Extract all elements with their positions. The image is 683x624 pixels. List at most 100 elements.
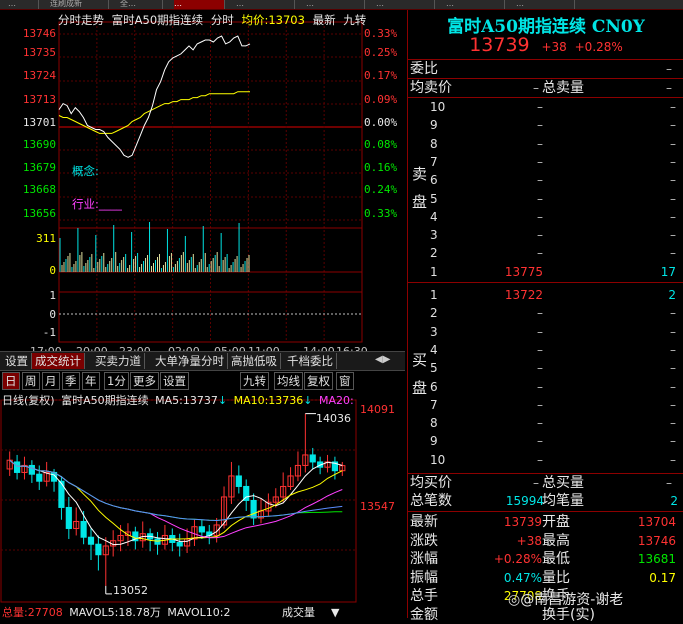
sell-level-price[interactable]: –: [488, 244, 543, 262]
sell-level-price[interactable]: –: [488, 98, 543, 116]
period-tab-7[interactable]: 设置: [160, 372, 189, 390]
quote-price-line: 13739 +38 +0.28%: [408, 34, 683, 56]
pct-tick: 0.24%: [364, 183, 398, 196]
period-tab-6[interactable]: 更多: [130, 372, 159, 390]
stat-label: 量比: [542, 569, 570, 586]
sell-level-price[interactable]: 13775: [488, 263, 543, 281]
sell-level-vol: 17: [660, 264, 676, 279]
candle-body: [235, 475, 242, 487]
stat-value: 0.17: [649, 570, 676, 585]
buy-level-price[interactable]: –: [488, 378, 543, 396]
period-tab-10[interactable]: 复权: [304, 372, 333, 390]
function-tabs-scroll[interactable]: ◀▶: [375, 352, 403, 368]
period-tab-8[interactable]: 九转: [240, 372, 269, 390]
tab-4[interactable]: 高抛低吸: [228, 353, 281, 369]
sell-level-price[interactable]: –: [488, 190, 543, 208]
candle-body: [80, 520, 87, 538]
tab-2[interactable]: 买卖力道: [92, 353, 145, 369]
period-tab-1[interactable]: 周: [22, 372, 40, 390]
top-tab-8[interactable]: …: [516, 0, 575, 9]
stat-value: 13739: [503, 515, 542, 529]
sell-level-vol: –: [670, 246, 676, 261]
top-tab-4[interactable]: …: [236, 0, 295, 9]
sell-level-row: 10 – –: [408, 98, 683, 116]
buy-level-price[interactable]: –: [488, 359, 543, 377]
sell-level-row: 1 13775 17: [408, 263, 683, 281]
sell-level-price[interactable]: –: [488, 208, 543, 226]
total-trades-label: 总笔数: [410, 493, 452, 509]
trades-row: 总笔数 15994 均笔量 2: [408, 492, 683, 510]
top-tab-2[interactable]: 全…: [120, 0, 163, 9]
buy-level-num: 3: [430, 324, 438, 339]
buy-level-row: 2 – –: [408, 304, 683, 322]
intraday-instrument: 富时A50期指连续: [111, 13, 204, 27]
stat-label: 振幅: [410, 569, 438, 586]
chevron-down-icon[interactable]: ▼: [331, 606, 339, 619]
period-tab-3[interactable]: 季: [62, 372, 80, 390]
top-tab-3[interactable]: …: [174, 0, 225, 9]
pct-tick: 0.16%: [364, 161, 398, 174]
tab-3[interactable]: 大单净量分时: [152, 353, 228, 369]
sell-level-price[interactable]: –: [488, 135, 543, 153]
sell-level-row: 7 – –: [408, 153, 683, 171]
buy-level-price[interactable]: –: [488, 341, 543, 359]
kline-frame: [0, 399, 357, 603]
buy-level-price[interactable]: –: [488, 451, 543, 469]
buy-level-row: 7 – –: [408, 396, 683, 414]
ma5-arrow-icon: ↓: [217, 394, 228, 407]
sell-level-price[interactable]: –: [488, 226, 543, 244]
chevron-left-icon[interactable]: ◀: [375, 354, 383, 365]
candle-body: [28, 464, 35, 475]
sell-level-price[interactable]: –: [488, 153, 543, 171]
kline-right-tick-mid: 13547: [360, 500, 395, 513]
buy-level-price[interactable]: 13722: [488, 286, 543, 304]
top-tab-1[interactable]: 连刷成新: [50, 0, 109, 9]
buy-level-vol: –: [670, 434, 676, 449]
buy-level-num: 1: [430, 288, 438, 302]
buy-level-price[interactable]: –: [488, 304, 543, 322]
stat-row: 最新 13739 开盘 13704: [408, 513, 683, 531]
period-tab-11[interactable]: 窗: [336, 372, 354, 390]
stat-label: 涨跌: [410, 532, 438, 549]
intraday-chart-svg[interactable]: [0, 10, 405, 350]
buy-level-price[interactable]: –: [488, 432, 543, 450]
tab-5[interactable]: 千档委比: [284, 353, 337, 369]
chevron-right-icon[interactable]: ▶: [383, 354, 391, 365]
period-tab-5[interactable]: 1分: [104, 372, 129, 390]
buy-level-price[interactable]: –: [488, 323, 543, 341]
sell-level-vol: –: [670, 173, 676, 188]
candle-body: [198, 526, 205, 533]
avg-buy-value: –: [533, 476, 539, 490]
period-tab-0[interactable]: 日: [2, 372, 20, 390]
ma5-value: 13737: [182, 394, 218, 407]
price-tick: 13724: [22, 69, 56, 82]
sell-level-price[interactable]: –: [488, 116, 543, 134]
buy-level-price[interactable]: –: [488, 396, 543, 414]
period-tab-4[interactable]: 年: [82, 372, 100, 390]
top-tab-0[interactable]: …: [8, 0, 39, 9]
stat-label: 最高: [542, 532, 570, 549]
sub-tick-neg1: -1: [42, 326, 56, 339]
sell-level-price[interactable]: –: [488, 171, 543, 189]
top-tab-7[interactable]: …: [446, 0, 505, 9]
sell-level-vol: –: [670, 118, 676, 133]
mavol5-value: 18.78万: [118, 606, 161, 619]
kline-chart[interactable]: 日线(复权) 富时A50期指连续 MA5:13737↓ MA10:13736↓ …: [0, 390, 405, 619]
buy-level-num: 5: [430, 361, 438, 376]
period-tab-9[interactable]: 均线: [274, 372, 303, 390]
top-tab-6[interactable]: …: [376, 0, 435, 9]
buy-level-price[interactable]: –: [488, 414, 543, 432]
buy-level-num: 2: [430, 306, 438, 321]
top-tab-strip: … 连刷成新 全… … … … … … …: [0, 0, 683, 10]
tab-0[interactable]: 设置: [2, 353, 32, 369]
intraday-chart[interactable]: 分时走势 富时A50期指连续 分时 均价:13703 最新 九转 13746 13…: [0, 10, 405, 358]
top-tab-5[interactable]: …: [306, 0, 365, 9]
total-trades-value: 15994: [505, 494, 544, 508]
avg-sell-row: 均卖价 – 总卖量 –: [408, 79, 683, 97]
weibo-icon: ◎: [508, 592, 521, 608]
quote-panel: 富时A50期指连续 CN0Y 13739 +38 +0.28% 委比 – 均卖价…: [407, 10, 683, 623]
ma20-label: MA20:: [319, 394, 354, 407]
avg-buy-row: 均买价 – 总买量 –: [408, 474, 683, 492]
period-tab-2[interactable]: 月: [42, 372, 60, 390]
tab-1[interactable]: 成交统计: [32, 353, 85, 369]
